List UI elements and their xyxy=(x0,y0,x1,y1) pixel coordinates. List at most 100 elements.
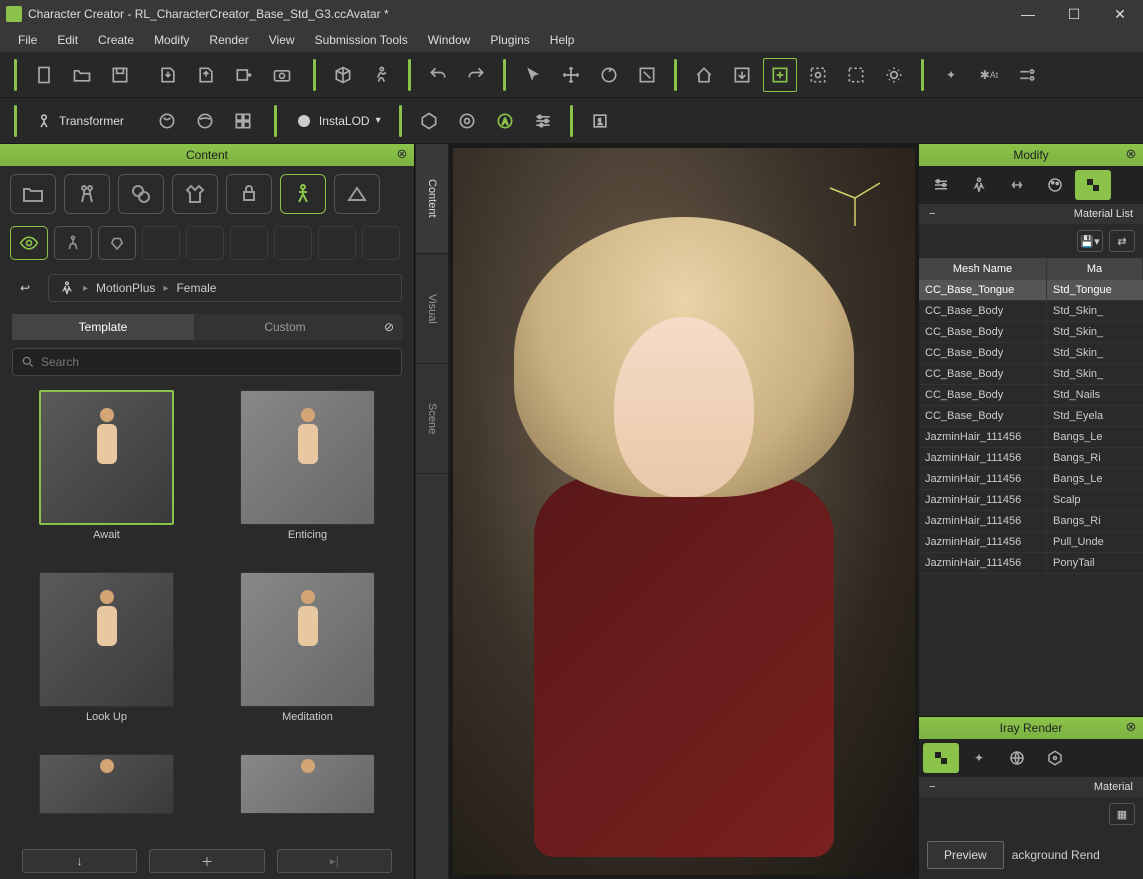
run-icon[interactable] xyxy=(364,58,398,92)
iray-close-icon[interactable]: ⊗ xyxy=(1123,719,1139,735)
import-icon[interactable] xyxy=(189,58,223,92)
category-folder[interactable] xyxy=(10,174,56,214)
menu-create[interactable]: Create xyxy=(88,30,144,50)
tab-template[interactable]: Template xyxy=(12,314,194,340)
collapse-icon[interactable]: − xyxy=(929,208,935,220)
modify-tab-sliders[interactable] xyxy=(923,170,959,200)
save-preset-icon[interactable]: 💾▾ xyxy=(1077,230,1103,252)
thumb-await[interactable]: Await xyxy=(22,390,191,564)
home-icon[interactable] xyxy=(687,58,721,92)
minimize-button[interactable]: — xyxy=(1005,0,1051,28)
col-material[interactable]: Ma xyxy=(1047,258,1143,280)
scale-icon[interactable] xyxy=(630,58,664,92)
menu-submission-tools[interactable]: Submission Tools xyxy=(305,30,418,50)
breadcrumb-level2[interactable]: Female xyxy=(176,281,216,295)
new-file-icon[interactable] xyxy=(27,58,61,92)
select-icon[interactable] xyxy=(516,58,550,92)
material-row[interactable]: JazminHair_111456Bangs_Ri xyxy=(919,448,1143,469)
poly1-icon[interactable] xyxy=(412,104,446,138)
morph1-icon[interactable] xyxy=(150,104,184,138)
instalod-button[interactable]: InstaLOD ▾ xyxy=(285,104,391,138)
action-add[interactable]: ＋ xyxy=(149,849,264,873)
vtab-visual[interactable]: Visual xyxy=(416,254,448,364)
vtab-scene[interactable]: Scene xyxy=(416,364,448,474)
material-row[interactable]: CC_Base_BodyStd_Eyela xyxy=(919,406,1143,427)
subcat-expression[interactable] xyxy=(98,226,136,260)
save-file-icon[interactable] xyxy=(103,58,137,92)
iray-texture-icon[interactable]: ▦ xyxy=(1109,803,1135,825)
search-input[interactable]: Search xyxy=(12,348,402,376)
modify-tab-motion[interactable] xyxy=(961,170,997,200)
subcat-empty-6[interactable] xyxy=(362,226,400,260)
transformer-button[interactable]: Transformer xyxy=(25,104,134,138)
col-mesh-name[interactable]: Mesh Name xyxy=(919,258,1047,280)
iray-material-header[interactable]: − Material xyxy=(919,777,1143,797)
menu-window[interactable]: Window xyxy=(418,30,481,50)
material-row[interactable]: JazminHair_111456Pull_Unde xyxy=(919,532,1143,553)
breadcrumb-back[interactable]: ↩ xyxy=(12,275,38,301)
action-apply[interactable]: ▸| xyxy=(277,849,392,873)
menu-file[interactable]: File xyxy=(8,30,47,50)
category-accessory[interactable] xyxy=(226,174,272,214)
material-row[interactable]: CC_Base_BodyStd_Nails xyxy=(919,385,1143,406)
material-row[interactable]: CC_Base_BodyStd_Skin_ xyxy=(919,301,1143,322)
iray-tab-brush[interactable]: ✦ xyxy=(961,743,997,773)
subcat-pose[interactable] xyxy=(54,226,92,260)
category-motion[interactable] xyxy=(280,174,326,214)
thumb-6[interactable] xyxy=(223,754,392,837)
material-row[interactable]: JazminHair_111456Scalp xyxy=(919,490,1143,511)
effect2-icon[interactable]: ✱At xyxy=(972,58,1006,92)
thumb-5[interactable] xyxy=(22,754,191,837)
action-download[interactable]: ↓ xyxy=(22,849,137,873)
category-morph[interactable] xyxy=(118,174,164,214)
menu-plugins[interactable]: Plugins xyxy=(480,30,539,50)
category-cloth[interactable] xyxy=(172,174,218,214)
material-row[interactable]: JazminHair_111456Bangs_Le xyxy=(919,427,1143,448)
frame-all-icon[interactable] xyxy=(763,58,797,92)
subcat-empty-1[interactable] xyxy=(142,226,180,260)
cube-icon[interactable] xyxy=(326,58,360,92)
frame-number-icon[interactable]: 1 xyxy=(583,104,617,138)
content-close-icon[interactable]: ⊗ xyxy=(394,146,410,162)
material-row[interactable]: JazminHair_111456PonyTail xyxy=(919,553,1143,574)
menu-modify[interactable]: Modify xyxy=(144,30,199,50)
iray-tab-globe[interactable] xyxy=(999,743,1035,773)
morph2-icon[interactable] xyxy=(188,104,222,138)
subcat-empty-4[interactable] xyxy=(274,226,312,260)
export-icon[interactable] xyxy=(151,58,185,92)
thumb-lookup[interactable]: Look Up xyxy=(22,572,191,746)
open-file-icon[interactable] xyxy=(65,58,99,92)
maximize-button[interactable]: ☐ xyxy=(1051,0,1097,28)
subcat-empty-5[interactable] xyxy=(318,226,356,260)
poly3-icon[interactable]: A xyxy=(488,104,522,138)
rotate-icon[interactable] xyxy=(592,58,626,92)
thumb-meditation[interactable]: Meditation xyxy=(223,572,392,746)
material-row[interactable]: JazminHair_111456Bangs_Le xyxy=(919,469,1143,490)
camera-icon[interactable] xyxy=(265,58,299,92)
material-row[interactable]: CC_Base_BodyStd_Skin_ xyxy=(919,343,1143,364)
region-icon[interactable] xyxy=(801,58,835,92)
menu-help[interactable]: Help xyxy=(540,30,585,50)
3d-viewport[interactable] xyxy=(453,148,915,875)
menu-render[interactable]: Render xyxy=(199,30,258,50)
modify-tab-paint[interactable] xyxy=(1037,170,1073,200)
undo-icon[interactable] xyxy=(421,58,455,92)
subcat-preview[interactable] xyxy=(10,226,48,260)
light-icon[interactable] xyxy=(877,58,911,92)
iray-tab-checker[interactable] xyxy=(923,743,959,773)
modify-close-icon[interactable]: ⊗ xyxy=(1123,146,1139,162)
tab-custom[interactable]: Custom xyxy=(194,314,376,340)
close-button[interactable]: ✕ xyxy=(1097,0,1143,28)
vtab-content[interactable]: Content xyxy=(416,144,448,254)
effect1-icon[interactable]: ✦ xyxy=(934,58,968,92)
iray-tab-settings[interactable] xyxy=(1037,743,1073,773)
material-row[interactable]: CC_Base_BodyStd_Skin_ xyxy=(919,364,1143,385)
category-stage[interactable] xyxy=(334,174,380,214)
move-icon[interactable] xyxy=(554,58,588,92)
material-list-header[interactable]: − Material List xyxy=(919,204,1143,224)
redo-icon[interactable] xyxy=(459,58,493,92)
bounds-icon[interactable] xyxy=(839,58,873,92)
material-row[interactable]: CC_Base_BodyStd_Skin_ xyxy=(919,322,1143,343)
iray-collapse-icon[interactable]: − xyxy=(929,781,935,793)
frame-icon[interactable] xyxy=(725,58,759,92)
